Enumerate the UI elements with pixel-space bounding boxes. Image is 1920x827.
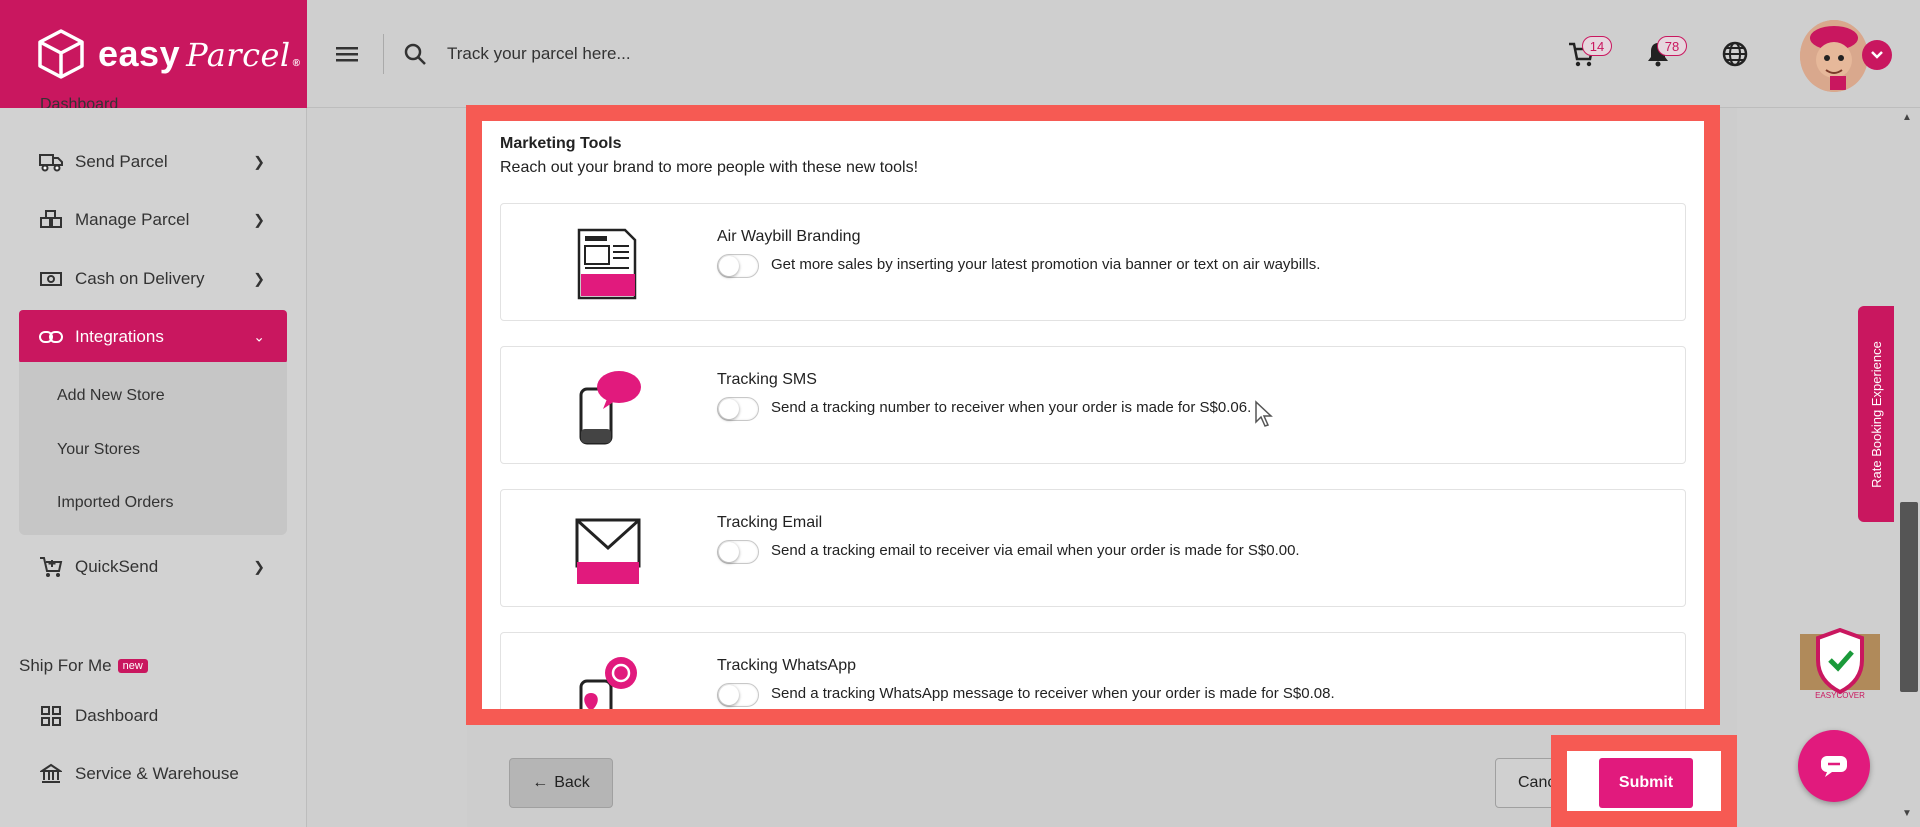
- mouse-cursor-icon: [1255, 400, 1273, 427]
- globe-icon[interactable]: [1721, 40, 1749, 68]
- sidebar-item-label: Cash on Delivery: [75, 269, 205, 288]
- sms-phone-icon: [579, 371, 641, 445]
- shield-check-icon: EASYCOVER: [1800, 627, 1880, 700]
- page-scrollbar[interactable]: [1896, 108, 1920, 827]
- hamburger-menu-icon[interactable]: [335, 44, 359, 64]
- ship-for-me-section-title: Ship For Me new: [19, 656, 148, 676]
- sidebar-item-dashboard-partial[interactable]: Dashboard: [40, 96, 118, 108]
- rate-tab-label: Rate Booking Experience: [1868, 340, 1884, 488]
- back-button[interactable]: ← Back: [509, 758, 613, 808]
- marketing-tools-title: Marketing Tools: [500, 135, 622, 152]
- chevron-down-icon: [1871, 51, 1883, 59]
- tool-description: Send a tracking number to receiver when …: [771, 399, 1252, 416]
- tool-card-air-waybill-branding: Air Waybill Branding Get more sales by i…: [500, 203, 1686, 321]
- submit-button[interactable]: Submit: [1599, 758, 1693, 808]
- profile-dropdown-button[interactable]: [1862, 40, 1892, 70]
- avatar[interactable]: [1800, 20, 1868, 92]
- custom-awb-icon: [577, 228, 637, 300]
- chat-bubble-icon: [1821, 756, 1847, 777]
- boxes-icon: [39, 208, 63, 232]
- sidebar-item-label: Send Parcel: [75, 152, 168, 171]
- brand-logo[interactable]: easy Parcel ®: [0, 0, 307, 108]
- sidebar-item-manage-parcel[interactable]: Manage Parcel ❯: [19, 193, 287, 247]
- bank-icon: [39, 762, 63, 786]
- box-logo-icon: [38, 29, 84, 79]
- tracking-whatsapp-toggle[interactable]: [717, 683, 759, 707]
- tool-name: Tracking Email: [717, 514, 823, 531]
- mascot-avatar-icon: [1800, 20, 1868, 92]
- sidebar-item-label: Manage Parcel: [75, 210, 190, 229]
- marketing-tools-description: Reach out your brand to more people with…: [500, 159, 919, 176]
- link-icon: [39, 325, 63, 349]
- tool-card-tracking-sms: Tracking SMS Send a tracking number to r…: [500, 346, 1686, 464]
- sidebar-item-ship-dashboard[interactable]: Dashboard: [19, 689, 287, 743]
- truck-icon: [39, 150, 63, 174]
- chevron-right-icon: ❯: [253, 211, 265, 228]
- sidebar-item-label: Service & Warehouse: [75, 764, 239, 783]
- email-envelope-icon: [575, 518, 641, 584]
- cart-count-badge: 14: [1582, 36, 1612, 56]
- svg-text:EASYCOVER: EASYCOVER: [1815, 691, 1865, 700]
- sidebar-item-service-warehouse[interactable]: Service & Warehouse: [19, 747, 287, 801]
- scroll-up-arrow[interactable]: ▲: [1902, 112, 1912, 123]
- sidebar-item-label: QuickSend: [75, 557, 159, 576]
- chevron-down-icon: ⌄: [253, 328, 265, 345]
- sidebar-item-quicksend[interactable]: QuickSend ❯: [19, 540, 287, 594]
- marketing-tools-panel: Marketing Tools Reach out your brand to …: [466, 105, 1720, 725]
- sidebar-item-label: Dashboard: [75, 706, 159, 725]
- cash-icon: [39, 267, 63, 291]
- tool-description: Send a tracking WhatsApp message to rece…: [771, 685, 1335, 702]
- top-bar: 14 78: [307, 0, 1920, 108]
- tool-description: Send a tracking email to receiver via em…: [771, 542, 1300, 559]
- sidebar: easy Parcel ® Dashboard Send Parcel ❯ Mana…: [0, 0, 307, 827]
- tracking-sms-toggle[interactable]: [717, 397, 759, 421]
- air-waybill-branding-toggle[interactable]: [717, 254, 759, 278]
- chevron-right-icon: ❯: [253, 270, 265, 287]
- sidebar-item-label: Integrations: [75, 327, 164, 346]
- divider: [383, 34, 384, 74]
- tool-name: Tracking WhatsApp: [717, 657, 857, 674]
- rate-booking-experience-tab[interactable]: Rate Booking Experience: [1858, 306, 1894, 522]
- cart-plus-icon: [39, 555, 63, 579]
- tool-description: Get more sales by inserting your latest …: [771, 256, 1321, 273]
- tool-card-tracking-email: Tracking Email Send a tracking email to …: [500, 489, 1686, 607]
- submenu-item-imported-orders[interactable]: Imported Orders: [57, 494, 173, 512]
- brand-name: easy Parcel ®: [98, 33, 301, 74]
- whatsapp-phone-icon: [579, 657, 637, 709]
- tracking-email-toggle[interactable]: [717, 540, 759, 564]
- tool-name: Tracking SMS: [717, 371, 817, 388]
- new-badge: new: [117, 659, 148, 673]
- scroll-down-arrow[interactable]: ▼: [1902, 808, 1912, 819]
- tool-card-tracking-whatsapp: Tracking WhatsApp Send a tracking WhatsA…: [500, 632, 1686, 709]
- chevron-right-icon: ❯: [253, 558, 265, 575]
- search-icon: [404, 43, 426, 65]
- submenu-item-add-new-store[interactable]: Add New Store: [57, 387, 165, 405]
- submenu-item-your-stores[interactable]: Your Stores: [57, 441, 140, 459]
- scrollbar-thumb[interactable]: [1900, 502, 1918, 692]
- track-parcel-search-input[interactable]: [447, 36, 1047, 72]
- arrow-left-icon: ←: [532, 774, 549, 791]
- grid-icon: [39, 704, 63, 728]
- chevron-right-icon: ❯: [253, 153, 265, 170]
- sidebar-item-send-parcel[interactable]: Send Parcel ❯: [19, 135, 287, 189]
- easycover-badge[interactable]: EASYCOVER: [1798, 627, 1882, 702]
- notification-count-badge: 78: [1657, 36, 1687, 56]
- sidebar-item-cash-on-delivery[interactable]: Cash on Delivery ❯: [19, 252, 287, 306]
- sidebar-item-integrations[interactable]: Integrations ⌄: [19, 310, 287, 364]
- tool-name: Air Waybill Branding: [717, 228, 861, 245]
- chat-button[interactable]: [1798, 730, 1870, 802]
